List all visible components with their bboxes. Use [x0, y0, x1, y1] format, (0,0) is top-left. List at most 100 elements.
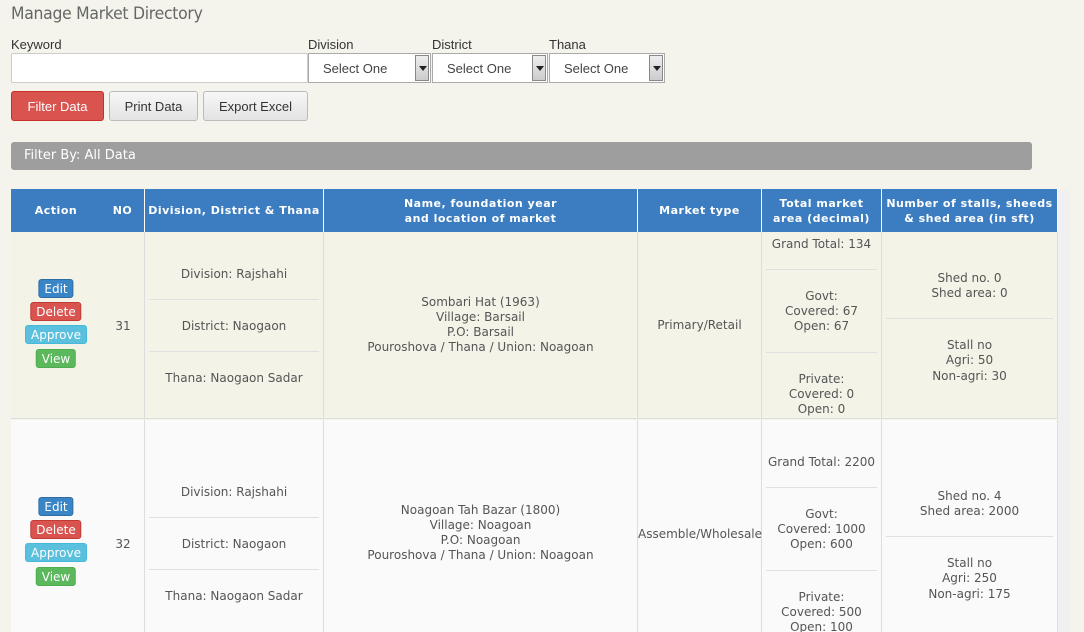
- print-data-button[interactable]: Print Data: [109, 91, 198, 121]
- action-cell: Edit Delete Approve View 31: [11, 232, 145, 418]
- divider: [149, 569, 319, 570]
- thana-select-value: Select One: [564, 61, 629, 76]
- header-area-line2: area (decimal): [773, 211, 870, 225]
- area-cell: Grand Total: 2200 Govt: Covered: 1000 Op…: [762, 420, 882, 632]
- district-select[interactable]: Select One: [432, 53, 548, 83]
- govt-covered: Covered: 1000: [777, 522, 866, 536]
- divider: [149, 299, 319, 300]
- chevron-down-icon[interactable]: [532, 55, 546, 81]
- divider: [766, 487, 877, 488]
- divider: [766, 269, 877, 270]
- private-covered: Covered: 0: [788, 387, 855, 401]
- divider: [766, 570, 877, 571]
- market-po: P.O: Noagoan: [440, 533, 521, 547]
- header-name: Name, foundation year and location of ma…: [324, 189, 638, 232]
- stall-nonagri: Non-agri: 30: [932, 369, 1007, 383]
- thana-value: Thana: Naogaon Sadar: [165, 589, 303, 603]
- market-union: Pouroshova / Thana / Union: Noagoan: [367, 340, 594, 354]
- market-name-cell: Sombari Hat (1963) Village: Barsail P.O:…: [324, 232, 638, 418]
- action-cell: Edit Delete Approve View 32: [11, 420, 145, 632]
- header-area: Total market area (decimal): [762, 189, 882, 232]
- shed-no: Shed no. 4: [937, 489, 1002, 503]
- approve-button[interactable]: Approve: [25, 543, 87, 562]
- stall-agri: Agri: 50: [945, 353, 994, 367]
- division-select-value: Select One: [323, 61, 388, 76]
- header-stalls-line1: Number of stalls, sheeds: [886, 196, 1053, 210]
- thana-label: Thana: [549, 37, 586, 52]
- approve-button[interactable]: Approve: [25, 325, 87, 344]
- divider: [886, 536, 1053, 537]
- view-button[interactable]: View: [35, 349, 77, 368]
- market-name: Sombari Hat (1963): [421, 295, 540, 309]
- govt-title: Govt:: [805, 289, 838, 303]
- header-stalls: Number of stalls, sheeds & shed area (in…: [882, 189, 1058, 232]
- thana-select[interactable]: Select One: [549, 53, 665, 83]
- chevron-down-icon[interactable]: [415, 55, 429, 81]
- stall-title: Stall no: [946, 556, 993, 570]
- private-covered: Covered: 500: [781, 605, 862, 619]
- market-village: Village: Barsail: [436, 310, 525, 324]
- row-number: 31: [115, 319, 131, 333]
- divider: [766, 352, 877, 353]
- market-type-cell: Primary/Retail: [638, 232, 762, 418]
- filter-data-button[interactable]: Filter Data: [11, 91, 104, 121]
- division-label: Division: [308, 37, 354, 52]
- govt-open: Open: 67: [793, 319, 850, 333]
- location-cell: Division: Rajshahi District: Naogaon Tha…: [145, 420, 324, 632]
- division-select[interactable]: Select One: [308, 53, 431, 83]
- market-po: P.O: Barsail: [446, 325, 515, 339]
- export-excel-button[interactable]: Export Excel: [203, 91, 308, 121]
- market-union: Pouroshova / Thana / Union: Noagoan: [367, 548, 594, 562]
- market-type-cell: Assemble/Wholesale: [638, 420, 762, 632]
- row-number: 32: [115, 537, 131, 551]
- location-cell: Division: Rajshahi District: Naogaon Tha…: [145, 232, 324, 418]
- divider: [149, 517, 319, 518]
- shed-no: Shed no. 0: [937, 271, 1002, 285]
- govt-open: Open: 600: [790, 537, 853, 551]
- keyword-input[interactable]: [11, 53, 308, 83]
- header-location: Division, District & Thana: [145, 189, 324, 232]
- grand-total: Grand Total: 2200: [767, 455, 876, 469]
- area-cell: Grand Total: 134 Govt: Covered: 67 Open:…: [762, 232, 882, 418]
- private-open: Open: 0: [797, 402, 846, 416]
- thana-value: Thana: Naogaon Sadar: [165, 371, 303, 385]
- district-select-value: Select One: [447, 61, 512, 76]
- district-value: District: Naogaon: [181, 319, 287, 333]
- govt-covered: Covered: 67: [784, 304, 858, 318]
- edit-button[interactable]: Edit: [38, 279, 74, 298]
- private-title: Private:: [798, 590, 845, 604]
- stall-agri: Agri: 250: [942, 571, 997, 585]
- grand-total: Grand Total: 134: [771, 237, 872, 251]
- market-village: Village: Noagoan: [429, 518, 532, 532]
- division-value: Division: Rajshahi: [180, 267, 288, 281]
- header-name-line1: Name, foundation year: [403, 196, 558, 210]
- divider: [149, 351, 319, 352]
- private-title: Private:: [798, 372, 845, 386]
- header-area-line1: Total market: [779, 196, 864, 210]
- table-row: Edit Delete Approve View 32 Division: Ra…: [11, 420, 1070, 632]
- page-title: Manage Market Directory: [11, 4, 203, 24]
- divider: [886, 318, 1053, 319]
- division-value: Division: Rajshahi: [180, 485, 288, 499]
- delete-button[interactable]: Delete: [30, 520, 82, 539]
- market-name: Noagoan Tah Bazar (1800): [400, 503, 561, 517]
- delete-button[interactable]: Delete: [30, 302, 82, 321]
- header-market-type: Market type: [638, 189, 762, 232]
- market-name-cell: Noagoan Tah Bazar (1800) Village: Noagoa…: [324, 503, 638, 563]
- vertical-scrollbar[interactable]: [1058, 189, 1070, 632]
- stalls-cell: Shed no. 4 Shed area: 2000 Stall no Agri…: [882, 420, 1058, 632]
- header-stalls-line2: & shed area (in sft): [904, 211, 1035, 225]
- filter-by-bar: Filter By: All Data: [11, 142, 1032, 170]
- market-type: Assemble/Wholesale: [638, 527, 763, 541]
- view-button[interactable]: View: [35, 567, 77, 586]
- shed-area: Shed area: 2000: [919, 504, 1020, 518]
- chevron-down-icon[interactable]: [649, 55, 663, 81]
- header-no: NO: [101, 189, 145, 232]
- keyword-label: Keyword: [11, 37, 62, 52]
- edit-button[interactable]: Edit: [38, 497, 74, 516]
- stalls-cell: Shed no. 0 Shed area: 0 Stall no Agri: 5…: [882, 232, 1058, 418]
- district-value: District: Naogaon: [181, 537, 287, 551]
- table-row: Edit Delete Approve View 31 Division: Ra…: [11, 232, 1070, 419]
- private-open: Open: 100: [790, 620, 853, 632]
- header-action: Action: [34, 204, 78, 217]
